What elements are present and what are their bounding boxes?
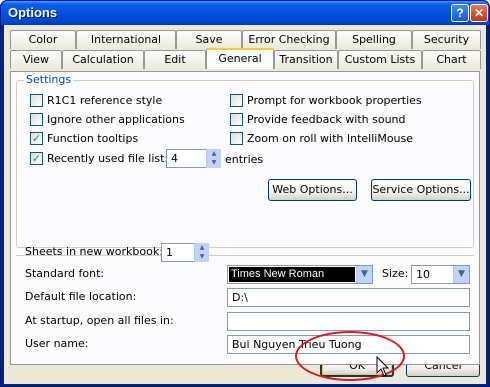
tab-chart[interactable]: Chart xyxy=(422,50,481,69)
tab-edit[interactable]: Edit xyxy=(144,50,206,69)
close-icon[interactable]: ✕ xyxy=(470,4,488,22)
font-dropdown-icon[interactable]: ▼ xyxy=(356,266,372,283)
sheets-spin-down-icon[interactable]: ▼ xyxy=(195,252,209,261)
standard-font-label: Standard font: xyxy=(25,267,105,280)
startup-label: At startup, open all files in: xyxy=(25,314,174,327)
ignore-apps-checkbox[interactable]: Ignore other applications xyxy=(30,113,185,128)
sheets-spin-up-icon[interactable]: ▲ xyxy=(195,243,209,252)
standard-font-combo[interactable]: Times New Roman ▼ xyxy=(227,265,373,284)
tab-error-checking[interactable]: Error Checking xyxy=(242,30,336,49)
tab-general[interactable]: General xyxy=(206,48,274,69)
r1c1-label: R1C1 reference style xyxy=(47,94,163,107)
tab-save[interactable]: Save xyxy=(176,30,242,49)
font-size-combo[interactable]: 10 ▼ xyxy=(411,265,470,284)
zoom-roll-box[interactable] xyxy=(230,132,243,145)
help-icon[interactable]: ? xyxy=(451,4,469,22)
settings-group: Settings R1C1 reference style Ignore oth… xyxy=(16,73,474,248)
entries-label: entries xyxy=(225,153,264,166)
dialog-body: Color International Save Error Checking … xyxy=(4,25,486,384)
window-title: Options xyxy=(8,5,58,20)
startup-input[interactable] xyxy=(227,312,470,331)
tab-calculation[interactable]: Calculation xyxy=(62,50,144,69)
feedback-sound-label: Provide feedback with sound xyxy=(247,113,406,126)
mouse-cursor-icon xyxy=(376,356,390,377)
r1c1-box[interactable] xyxy=(30,94,43,107)
zoom-roll-label: Zoom on roll with IntelliMouse xyxy=(247,132,414,145)
default-location-input[interactable]: D:\ xyxy=(227,288,470,307)
recent-files-checkbox[interactable]: ✓ Recently used file list: xyxy=(30,152,168,167)
general-tab-panel: Settings R1C1 reference style Ignore oth… xyxy=(10,71,480,365)
spin-up-icon[interactable]: ▲ xyxy=(207,149,221,158)
zoom-roll-checkbox[interactable]: Zoom on roll with IntelliMouse xyxy=(230,132,413,147)
web-options-button[interactable]: Web Options... xyxy=(268,179,357,201)
feedback-sound-checkbox[interactable]: Provide feedback with sound xyxy=(230,113,406,128)
tab-transition[interactable]: Transition xyxy=(274,50,338,69)
prompt-props-checkbox[interactable]: Prompt for workbook properties xyxy=(230,94,422,109)
r1c1-checkbox[interactable]: R1C1 reference style xyxy=(30,94,162,109)
function-tooltips-checkbox[interactable]: ✓ Function tooltips xyxy=(30,132,138,147)
tab-security[interactable]: Security xyxy=(412,30,481,49)
user-name-input[interactable]: Bui Nguyen Trieu Tuong xyxy=(227,335,470,354)
tab-color[interactable]: Color xyxy=(10,30,76,49)
recent-files-label: Recently used file list: xyxy=(47,152,169,165)
ignore-apps-box[interactable] xyxy=(30,113,43,126)
size-dropdown-icon[interactable]: ▼ xyxy=(453,266,469,283)
default-location-label: Default file location: xyxy=(25,290,137,303)
settings-group-title: Settings xyxy=(24,73,74,86)
prompt-props-label: Prompt for workbook properties xyxy=(247,94,422,107)
sheets-label: Sheets in new workbook: xyxy=(25,245,163,258)
size-label: Size: xyxy=(382,267,409,280)
function-tooltips-box[interactable]: ✓ xyxy=(30,132,43,145)
tab-custom-lists[interactable]: Custom Lists xyxy=(338,50,422,69)
tab-view[interactable]: View xyxy=(10,50,62,69)
recent-files-box[interactable]: ✓ xyxy=(30,152,43,165)
user-name-label: User name: xyxy=(25,337,89,350)
prompt-props-box[interactable] xyxy=(230,94,243,107)
feedback-sound-box[interactable] xyxy=(230,113,243,126)
options-dialog: Options ? ✕ Color International Save Err… xyxy=(0,0,490,387)
tab-international[interactable]: International xyxy=(76,30,176,49)
standard-font-value: Times New Roman xyxy=(229,267,355,282)
font-size-value: 10 xyxy=(416,268,430,281)
function-tooltips-label: Function tooltips xyxy=(47,132,139,145)
ignore-apps-label: Ignore other applications xyxy=(47,113,185,126)
recent-files-spinner[interactable]: ▲ ▼ xyxy=(206,149,221,168)
title-bar[interactable]: Options ? ✕ xyxy=(1,1,489,25)
sheets-spinner[interactable]: ▲ ▼ xyxy=(194,243,209,262)
tab-spelling[interactable]: Spelling xyxy=(336,30,412,49)
service-options-button[interactable]: Service Options... xyxy=(371,179,471,201)
spin-down-icon[interactable]: ▼ xyxy=(207,158,221,167)
